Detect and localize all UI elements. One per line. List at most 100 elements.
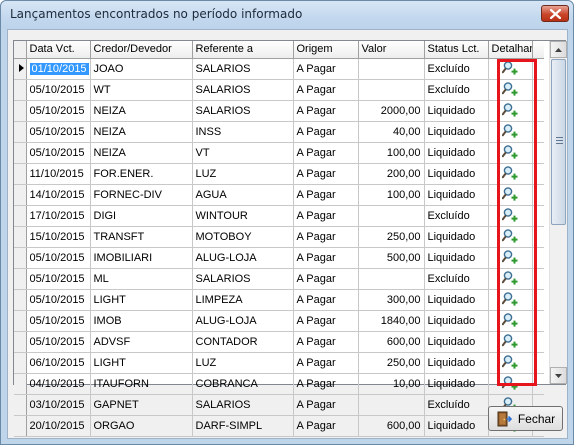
column-header-detail[interactable]: Detalhar <box>488 41 533 59</box>
scroll-thumb[interactable] <box>551 59 566 225</box>
row-indicator[interactable] <box>14 226 27 248</box>
cell-date[interactable]: 05/10/2015 <box>26 121 91 143</box>
cell-status[interactable]: Liquidado <box>424 121 489 143</box>
cell-value[interactable]: 40,00 <box>358 121 425 143</box>
cell-creditor[interactable]: LIGHT <box>90 289 193 311</box>
cell-reference[interactable]: LIMPEZA <box>192 289 294 311</box>
cell-value[interactable]: 600,00 <box>358 415 425 437</box>
close-button[interactable] <box>541 5 569 22</box>
cell-status[interactable]: Liquidado <box>424 310 489 332</box>
cell-reference[interactable]: VT <box>192 142 294 164</box>
table-row[interactable]: 05/10/2015 WT SALARIOS A Pagar Excluído <box>14 79 544 101</box>
cell-creditor[interactable]: NEIZA <box>90 100 193 122</box>
row-indicator[interactable] <box>14 373 27 395</box>
cell-status[interactable]: Liquidado <box>424 373 489 395</box>
row-indicator[interactable] <box>14 79 27 101</box>
cell-creditor[interactable]: NEIZA <box>90 121 193 143</box>
cell-value[interactable]: 1840,00 <box>358 310 425 332</box>
cell-status[interactable]: Liquidado <box>424 247 489 269</box>
cell-creditor[interactable]: ITAUFORN <box>90 373 193 395</box>
cell-value[interactable] <box>358 394 425 416</box>
scroll-down-button[interactable] <box>550 367 567 384</box>
cell-origin[interactable]: A Pagar <box>293 289 359 311</box>
cell-value[interactable] <box>358 205 425 227</box>
cell-creditor[interactable]: FOR.ENER. <box>90 163 193 185</box>
cell-origin[interactable]: A Pagar <box>293 352 359 374</box>
cell-origin[interactable]: A Pagar <box>293 247 359 269</box>
cell-date[interactable]: 15/10/2015 <box>26 226 91 248</box>
cell-creditor[interactable]: GAPNET <box>90 394 193 416</box>
cell-reference[interactable]: LUZ <box>192 352 294 374</box>
cell-date[interactable]: 04/10/2015 <box>26 373 91 395</box>
cell-date[interactable]: 05/10/2015 <box>26 247 91 269</box>
cell-value[interactable]: 100,00 <box>358 142 425 164</box>
cell-reference[interactable]: WINTOUR <box>192 205 294 227</box>
table-row[interactable]: 11/10/2015 FOR.ENER. LUZ A Pagar 200,00 Liqui… <box>14 163 544 185</box>
cell-value[interactable]: 2000,00 <box>358 100 425 122</box>
cell-status[interactable]: Liquidado <box>424 289 489 311</box>
cell-origin[interactable]: A Pagar <box>293 394 359 416</box>
cell-reference[interactable]: SALARIOS <box>192 268 294 290</box>
table-row[interactable]: 03/10/2015 GAPNET SALARIOS A Pagar Excluído <box>14 394 544 416</box>
cell-origin[interactable]: A Pagar <box>293 310 359 332</box>
cell-status[interactable]: Excluído <box>424 79 489 101</box>
cell-date[interactable]: 06/10/2015 <box>26 352 91 374</box>
cell-reference[interactable]: SALARIOS <box>192 100 294 122</box>
cell-origin[interactable]: A Pagar <box>293 79 359 101</box>
row-indicator[interactable] <box>14 394 27 416</box>
cell-status[interactable]: Liquidado <box>424 226 489 248</box>
row-indicator[interactable] <box>14 415 27 437</box>
column-header-creditor[interactable]: Credor/Devedor <box>90 41 193 59</box>
cell-date[interactable]: 03/10/2015 <box>26 394 91 416</box>
row-indicator[interactable] <box>14 163 27 185</box>
cell-creditor[interactable]: IMOBILIARI <box>90 247 193 269</box>
cell-value[interactable]: 600,00 <box>358 331 425 353</box>
row-indicator[interactable] <box>14 100 27 122</box>
table-row[interactable]: 05/10/2015 IMOB ALUG-LOJA A Pagar 1840,00 Liq… <box>14 310 544 332</box>
row-indicator[interactable] <box>14 352 27 374</box>
cell-origin[interactable]: A Pagar <box>293 268 359 290</box>
cell-creditor[interactable]: ML <box>90 268 193 290</box>
cell-date[interactable]: 17/10/2015 <box>26 205 91 227</box>
table-row[interactable]: 14/10/2015 FORNEC-DIV AGUA A Pagar 100,00 Liq… <box>14 184 544 206</box>
row-indicator[interactable] <box>14 310 27 332</box>
table-row[interactable]: 01/10/2015 JOAO SALARIOS A Pagar Excluído <box>14 58 544 80</box>
table-row[interactable]: 05/10/2015 ML SALARIOS A Pagar Excluído <box>14 268 544 290</box>
table-row[interactable]: 15/10/2015 TRANSFT MOTOBOY A Pagar 250,00 Liq… <box>14 226 544 248</box>
row-indicator[interactable] <box>14 58 27 80</box>
column-header-reference[interactable]: Referente a <box>192 41 294 59</box>
cell-creditor[interactable]: FORNEC-DIV <box>90 184 193 206</box>
row-indicator[interactable] <box>14 289 27 311</box>
cell-date[interactable]: 01/10/2015 <box>26 58 91 80</box>
row-indicator[interactable] <box>14 268 27 290</box>
cell-origin[interactable]: A Pagar <box>293 142 359 164</box>
cell-date[interactable]: 05/10/2015 <box>26 268 91 290</box>
scroll-up-button[interactable] <box>550 41 567 58</box>
cell-status[interactable]: Excluído <box>424 268 489 290</box>
cell-origin[interactable]: A Pagar <box>293 415 359 437</box>
column-header-value[interactable]: Valor <box>358 41 425 59</box>
cell-date[interactable]: 05/10/2015 <box>26 79 91 101</box>
vertical-scrollbar[interactable] <box>549 41 567 384</box>
cell-origin[interactable]: A Pagar <box>293 58 359 80</box>
cell-reference[interactable]: MOTOBOY <box>192 226 294 248</box>
row-indicator[interactable] <box>14 331 27 353</box>
table-row[interactable]: 05/10/2015 NEIZA SALARIOS A Pagar 2000,00 Liq… <box>14 100 544 122</box>
cell-status[interactable]: Liquidado <box>424 415 489 437</box>
cell-creditor[interactable]: ADVSF <box>90 331 193 353</box>
column-header-origin[interactable]: Origem <box>293 41 359 59</box>
cell-creditor[interactable]: ORGAO <box>90 415 193 437</box>
column-header-date[interactable]: Data Vct. <box>26 41 91 59</box>
results-grid[interactable]: Data Vct. Credor/Devedor Referente a Ori… <box>13 40 567 437</box>
cell-status[interactable]: Liquidado <box>424 142 489 164</box>
cell-value[interactable]: 10,00 <box>358 373 425 395</box>
cell-reference[interactable]: ALUG-LOJA <box>192 247 294 269</box>
column-header-status[interactable]: Status Lct. <box>424 41 489 59</box>
row-indicator[interactable] <box>14 121 27 143</box>
cell-reference[interactable]: SALARIOS <box>192 394 294 416</box>
cell-status[interactable]: Excluído <box>424 394 489 416</box>
cell-value[interactable] <box>358 79 425 101</box>
cell-reference[interactable]: ALUG-LOJA <box>192 310 294 332</box>
table-row[interactable]: 05/10/2015 ADVSF CONTADOR A Pagar 600,00 Liqu… <box>14 331 544 353</box>
table-row[interactable]: 20/10/2015 ORGAO DARF-SIMPL A Pagar 600,00 Li… <box>14 415 544 437</box>
